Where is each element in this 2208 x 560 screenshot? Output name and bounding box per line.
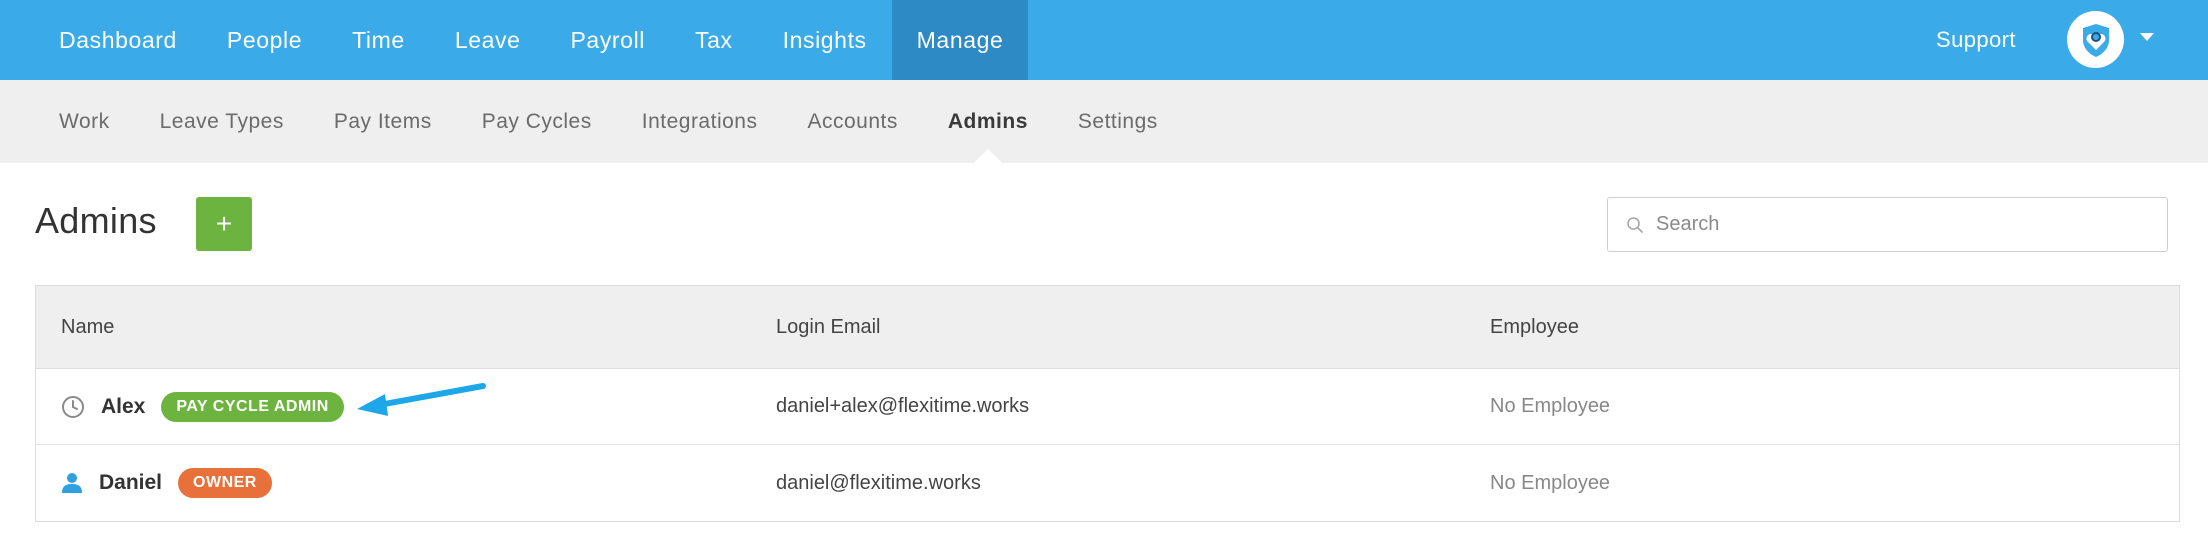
table-row[interactable]: Daniel OWNER daniel@flexitime.works No E… [36,445,2179,521]
person-icon [62,473,82,493]
subnav-work[interactable]: Work [34,80,135,163]
role-badge: OWNER [178,468,272,498]
search-input[interactable] [1656,213,2136,236]
shield-heart-icon [2082,23,2109,57]
employee-value: No Employee [1490,395,1611,417]
subnav-leave-types[interactable]: Leave Types [135,80,309,163]
admin-name[interactable]: Daniel [99,471,162,495]
nav-manage[interactable]: Manage [891,0,1029,80]
search-box[interactable] [1607,197,2168,252]
login-email: daniel@flexitime.works [776,471,981,494]
subnav-pay-items[interactable]: Pay Items [309,80,457,163]
table-header: Name Login Email Employee [36,286,2179,369]
account-avatar[interactable] [2067,11,2124,68]
nav-dashboard[interactable]: Dashboard [34,0,202,80]
top-navigation-bar: Dashboard People Time Leave Payroll Tax … [0,0,2208,80]
login-email: daniel+alex@flexitime.works [776,395,1030,417]
subnav-accounts[interactable]: Accounts [782,80,922,163]
add-admin-button[interactable]: + [196,197,252,251]
subnav-pay-cycles[interactable]: Pay Cycles [457,80,617,163]
role-badge: PAY CYCLE ADMIN [161,391,344,422]
manage-sub-nav: Work Leave Types Pay Items Pay Cycles In… [34,80,1183,163]
caret-down-icon[interactable] [2140,33,2154,41]
column-header-name[interactable]: Name [61,316,114,339]
admin-name[interactable]: Alex [101,395,145,419]
nav-insights[interactable]: Insights [758,0,892,80]
page-title: Admins [35,200,157,241]
subnav-integrations[interactable]: Integrations [617,80,783,163]
column-header-employee[interactable]: Employee [1490,316,1579,339]
main-nav: Dashboard People Time Leave Payroll Tax … [34,0,1029,80]
support-link[interactable]: Support [1936,0,2016,80]
name-cell: Daniel OWNER [61,468,272,498]
annotation-arrow-icon [357,383,486,416]
nav-tax[interactable]: Tax [670,0,758,80]
employee-value: No Employee [1490,471,1611,494]
clock-icon [62,395,84,418]
nav-time[interactable]: Time [327,0,430,80]
nav-payroll[interactable]: Payroll [545,0,670,80]
nav-leave[interactable]: Leave [430,0,546,80]
sub-navigation-bar: Work Leave Types Pay Items Pay Cycles In… [0,80,2208,163]
search-icon [1626,215,1646,235]
name-cell: Alex PAY CYCLE ADMIN [61,391,344,422]
subnav-admins[interactable]: Admins [923,80,1053,163]
subnav-settings[interactable]: Settings [1053,80,1183,163]
nav-people[interactable]: People [202,0,327,80]
column-header-login-email[interactable]: Login Email [776,316,881,339]
